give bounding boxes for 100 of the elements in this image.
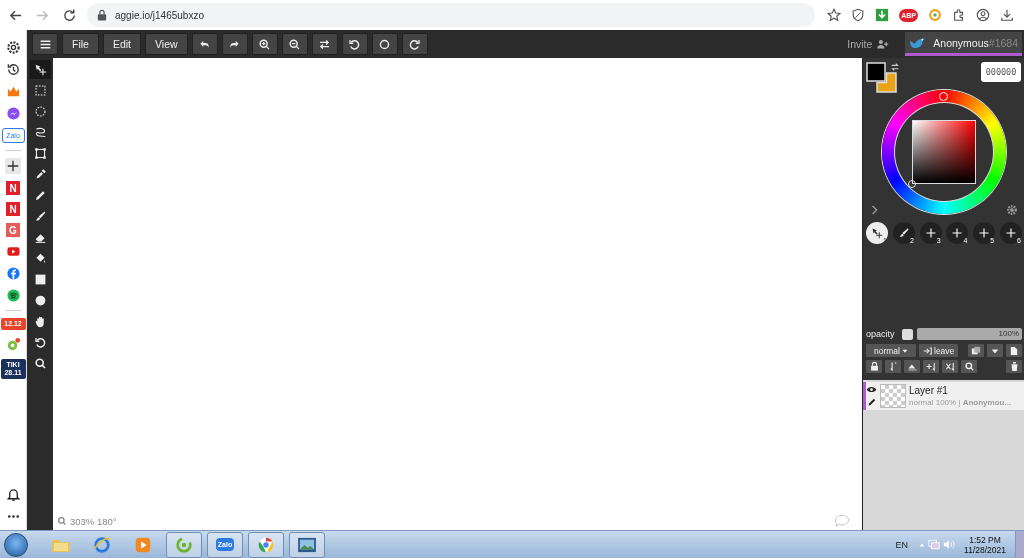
- reload-icon[interactable]: [62, 7, 77, 23]
- chat-bubble-icon[interactable]: [5, 106, 21, 121]
- merge-button[interactable]: [885, 360, 901, 373]
- caret-icon: [991, 346, 999, 355]
- rotate-right-button[interactable]: [401, 33, 428, 55]
- saturation-square[interactable]: [912, 120, 976, 184]
- hex-color-field[interactable]: 000000: [981, 62, 1021, 82]
- redo-button[interactable]: [221, 33, 248, 55]
- taskbar-app-button[interactable]: [248, 531, 284, 558]
- account-icon[interactable]: [976, 8, 990, 22]
- search-icon: [57, 516, 67, 526]
- layer-thumbnail: [880, 384, 906, 408]
- page-icon: [1010, 345, 1018, 356]
- opacity-label: opacity: [866, 329, 895, 339]
- landscape-icon: [297, 536, 317, 553]
- zoom-status: 303% 180°: [70, 515, 117, 527]
- addmerge-button[interactable]: [923, 360, 939, 373]
- delete-layer-button[interactable]: [1006, 360, 1022, 373]
- rotate-right-icon: [408, 37, 422, 51]
- leave-button[interactable]: leave: [919, 344, 959, 357]
- circle-icon: [33, 294, 47, 307]
- taskbar-app-button[interactable]: [166, 531, 202, 558]
- lasso-icon: [33, 126, 47, 139]
- blend-mode-dropdown[interactable]: normal: [866, 344, 916, 357]
- opacity-value: 100%: [998, 329, 1019, 338]
- pencil-icon: [33, 189, 47, 202]
- settings-icon[interactable]: [5, 40, 21, 55]
- download-icon[interactable]: [875, 8, 890, 22]
- undo-button[interactable]: [191, 33, 218, 55]
- zoom-in-button[interactable]: [251, 33, 278, 55]
- opacity-slider[interactable]: 100%: [916, 328, 1022, 340]
- swap-icon[interactable]: [890, 62, 900, 72]
- exit-icon: [923, 346, 932, 355]
- rotate-left-icon: [348, 37, 362, 51]
- eyedropper-icon: [33, 168, 47, 181]
- puzzle-icon[interactable]: [952, 8, 966, 22]
- eye-icon[interactable]: [866, 385, 877, 394]
- swap-arrows-icon: [318, 37, 332, 51]
- caret-icon: [902, 347, 908, 354]
- addmerge-icon: [925, 361, 937, 372]
- search-icon: [33, 357, 47, 370]
- lock-button[interactable]: [866, 360, 882, 373]
- erase-button[interactable]: [904, 360, 920, 373]
- rectangle-select-icon: [33, 84, 47, 97]
- lock-icon: [97, 9, 107, 21]
- ellipse-select-icon: [33, 105, 47, 118]
- move-tool[interactable]: [29, 60, 51, 79]
- add-button[interactable]: [5, 158, 21, 174]
- find-button[interactable]: [961, 360, 977, 373]
- history-icon[interactable]: [5, 62, 21, 77]
- zoom-in-icon: [258, 37, 272, 51]
- hand-icon: [33, 315, 47, 328]
- plus-icon: [951, 227, 964, 239]
- crown-icon[interactable]: [5, 84, 21, 99]
- zoom-out-icon: [288, 37, 302, 51]
- layer-info: normal 100% | Anonymou...: [909, 398, 1012, 407]
- circle-icon: [378, 37, 392, 51]
- dropdown-button[interactable]: [987, 344, 1003, 357]
- menu-button[interactable]: Edit: [102, 33, 141, 55]
- flip-button[interactable]: [311, 33, 338, 55]
- secondary-color-swatch[interactable]: [876, 72, 897, 93]
- duplicate-layer-button[interactable]: [968, 344, 984, 357]
- letter-tile-icon[interactable]: N: [6, 202, 20, 216]
- brush-icon: [897, 227, 910, 239]
- play-icon[interactable]: [5, 244, 21, 259]
- drawing-canvas[interactable]: 303% 180°: [53, 58, 862, 530]
- menu-button[interactable]: File: [62, 33, 99, 55]
- language-indicator[interactable]: EN: [895, 539, 909, 550]
- layer-row[interactable]: Layer #1 normal 100% | Anonymou...: [863, 382, 1024, 410]
- music-icon[interactable]: [5, 288, 21, 303]
- reset-rotation-button[interactable]: [371, 33, 398, 55]
- zoom-out-button[interactable]: [281, 33, 308, 55]
- download-icon[interactable]: [1000, 8, 1014, 22]
- pencil-icon[interactable]: [866, 397, 877, 407]
- user-name: Anonymous#1684: [933, 36, 1018, 49]
- invite-button[interactable]: Invite: [841, 36, 896, 52]
- trash-icon: [1009, 361, 1019, 372]
- letter-tile-icon[interactable]: N: [6, 181, 20, 195]
- bell-icon[interactable]: [5, 487, 21, 502]
- move-icon: [871, 227, 883, 239]
- eraser-icon: [33, 231, 47, 244]
- delmerge-button[interactable]: [942, 360, 958, 373]
- address-bar[interactable]: aggie.io/j1465ubxzo: [87, 3, 816, 27]
- chevron-right-icon[interactable]: [871, 205, 879, 215]
- user-tab[interactable]: Anonymous#1684: [905, 32, 1022, 56]
- taskbar-app-button[interactable]: [289, 531, 325, 558]
- move-icon: [33, 63, 47, 76]
- f-icon[interactable]: [5, 266, 21, 281]
- primary-color-swatch[interactable]: [866, 62, 886, 82]
- lock-icon: [868, 361, 880, 372]
- layer-name: Layer #1: [909, 385, 949, 396]
- plus-icon: [978, 227, 991, 239]
- clock[interactable]: 1:52 PM 11/28/2021: [964, 534, 1006, 555]
- star-icon[interactable]: [827, 8, 842, 22]
- new-layer-button[interactable]: [1006, 344, 1022, 357]
- shield-icon[interactable]: [851, 8, 866, 22]
- menu-button[interactable]: View: [145, 33, 188, 55]
- rotate-left-button[interactable]: [341, 33, 368, 55]
- menu-button[interactable]: [32, 33, 58, 55]
- start-button[interactable]: [4, 532, 28, 557]
